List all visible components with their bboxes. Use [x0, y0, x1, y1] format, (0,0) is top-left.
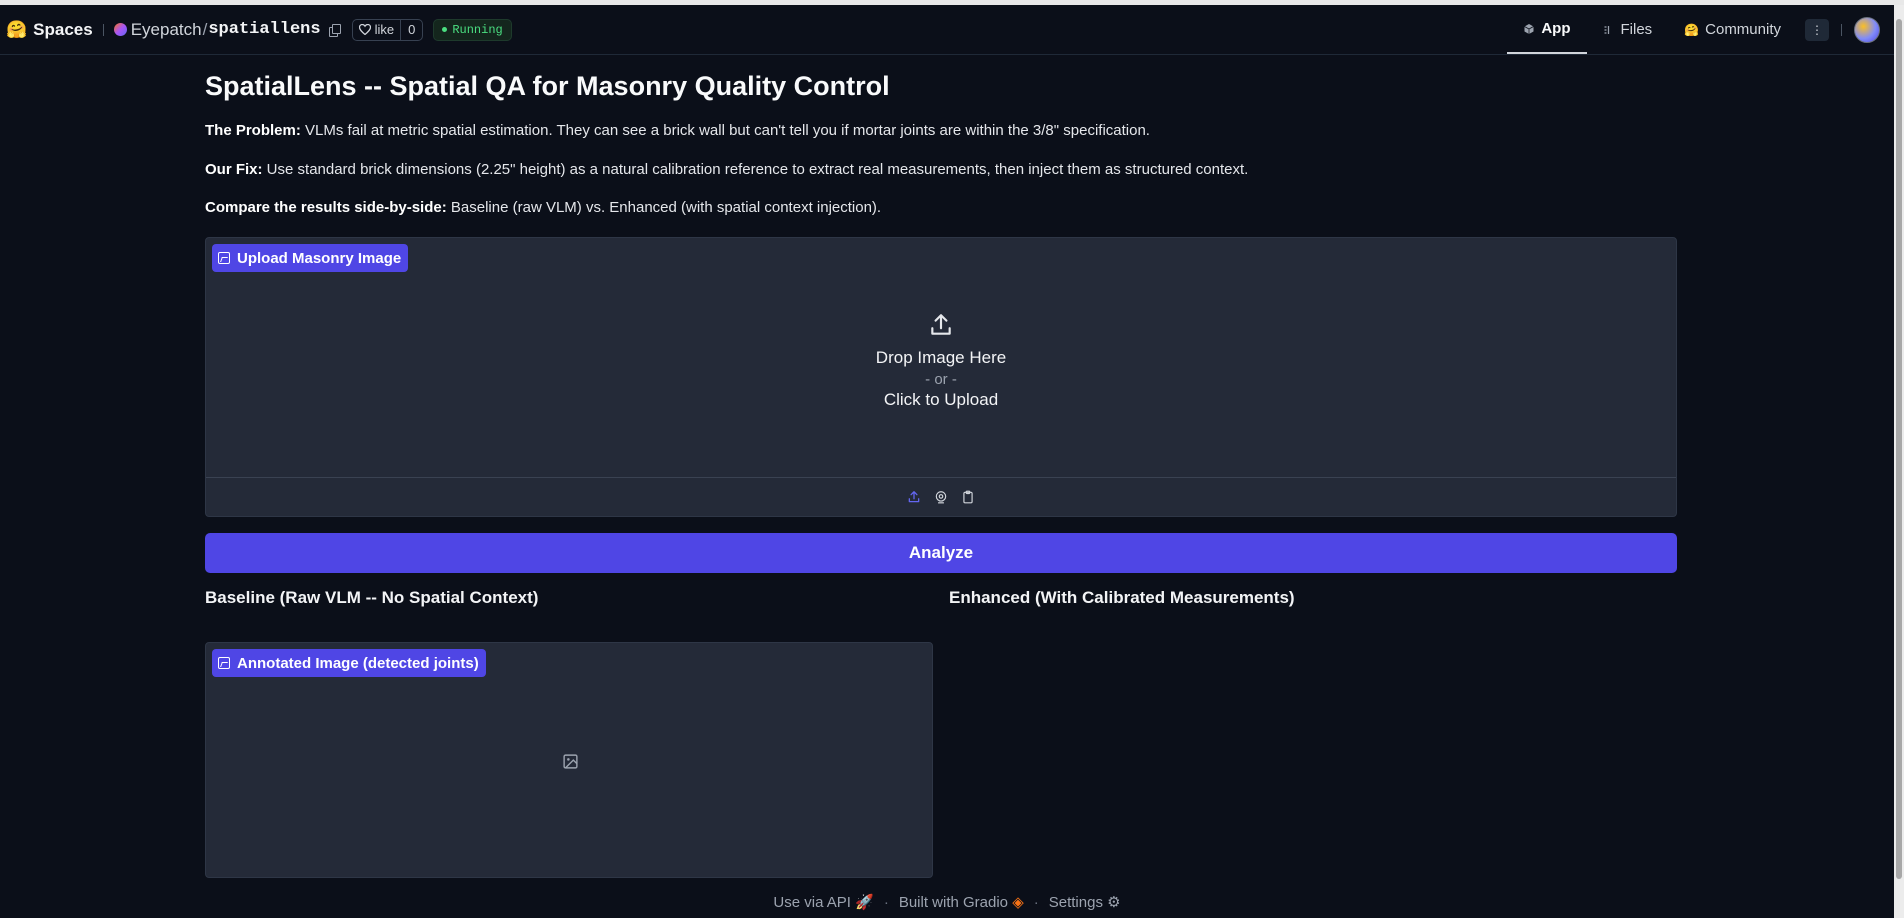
- fix-text: Use standard brick dimensions (2.25" hei…: [262, 161, 1249, 178]
- webcam-icon[interactable]: [934, 490, 949, 505]
- community-icon: 🤗: [1684, 22, 1700, 37]
- tab-files[interactable]: Files: [1587, 5, 1669, 54]
- hugging-face-logo-icon[interactable]: 🤗: [6, 20, 27, 40]
- hf-header: 🤗 Spaces Eyepatch / spatiallens like 0 R…: [0, 5, 1894, 55]
- image-source-selector: [206, 477, 1676, 516]
- tab-app-label: App: [1541, 20, 1571, 37]
- status-badge: Running: [433, 18, 512, 41]
- compare-text: Baseline (raw VLM) vs. Enhanced (with sp…: [446, 199, 882, 216]
- header-right: App Files 🤗 Community ⋮: [1507, 5, 1894, 54]
- gradio-logo-icon: ◈: [1012, 894, 1024, 911]
- tab-community[interactable]: 🤗 Community: [1668, 5, 1797, 54]
- annotated-image-block: Annotated Image (detected joints): [205, 642, 933, 878]
- analyze-button[interactable]: Analyze: [205, 533, 1677, 573]
- enhanced-heading: Enhanced (With Calibrated Measurements): [949, 588, 1295, 607]
- image-upload-block: Drop Image Here - or - Click to Upload U…: [205, 237, 1677, 517]
- upload-source-icon[interactable]: [907, 490, 922, 505]
- gradio-footer: Use via API 🚀 · Built with Gradio ◈ · Se…: [0, 893, 1894, 912]
- drop-image-text: Drop Image Here: [875, 347, 1007, 367]
- like-count[interactable]: 0: [400, 19, 422, 40]
- fix-paragraph: Our Fix: Use standard brick dimensions (…: [205, 161, 1248, 178]
- upload-image-label: Upload Masonry Image: [212, 244, 409, 272]
- rocket-icon: 🚀: [855, 894, 874, 911]
- like-label: like: [374, 22, 395, 37]
- header-divider-right: [1841, 23, 1842, 36]
- annotated-image-label-text: Annotated Image (detected joints): [237, 654, 479, 672]
- gear-icon: ⚙: [1107, 894, 1121, 911]
- settings-link[interactable]: Settings ⚙: [1049, 893, 1121, 911]
- or-text: - or -: [925, 370, 957, 388]
- header-divider: [102, 23, 104, 36]
- empty-image-icon: [562, 753, 579, 775]
- footer-separator: ·: [1033, 893, 1039, 911]
- footer-separator: ·: [883, 893, 889, 911]
- clipboard-icon[interactable]: [961, 490, 976, 505]
- tab-files-label: Files: [1620, 21, 1653, 38]
- upload-image-label-text: Upload Masonry Image: [237, 249, 402, 267]
- owner-avatar-icon: [113, 23, 127, 36]
- cube-icon: [1524, 23, 1535, 34]
- compare-paragraph: Compare the results side-by-side: Baseli…: [205, 199, 881, 216]
- compare-label: Compare the results side-by-side:: [205, 199, 447, 216]
- header-left: 🤗 Spaces Eyepatch / spatiallens like 0 R…: [6, 5, 512, 54]
- page-title: SpatialLens -- Spatial QA for Masonry Qu…: [205, 71, 890, 101]
- image-icon: [218, 252, 230, 264]
- like-button[interactable]: like 0: [351, 18, 424, 41]
- fix-label: Our Fix:: [205, 161, 263, 178]
- problem-text: VLMs fail at metric spatial estimation. …: [300, 122, 1150, 139]
- upload-icon: [931, 313, 951, 335]
- more-options-button[interactable]: ⋮: [1805, 18, 1829, 41]
- image-drop-zone[interactable]: Drop Image Here - or - Click to Upload: [206, 238, 1676, 477]
- annotated-image-label: Annotated Image (detected joints): [212, 649, 486, 677]
- owner-link[interactable]: Eyepatch: [131, 20, 202, 40]
- user-avatar[interactable]: [1854, 16, 1880, 43]
- files-icon: [1604, 25, 1609, 34]
- scrollbar-thumb[interactable]: [1896, 19, 1902, 879]
- built-with-gradio-link[interactable]: Built with Gradio ◈: [899, 893, 1024, 911]
- image-icon: [218, 657, 230, 669]
- repo-name-link[interactable]: spatiallens: [208, 20, 320, 39]
- use-via-api-link[interactable]: Use via API 🚀: [773, 893, 873, 911]
- baseline-heading: Baseline (Raw VLM -- No Spatial Context): [205, 588, 539, 607]
- spaces-link[interactable]: Spaces: [33, 20, 93, 40]
- status-text: Running: [452, 22, 503, 37]
- problem-label: The Problem:: [205, 122, 301, 139]
- like-toggle[interactable]: like: [353, 20, 401, 40]
- copy-repo-name-icon[interactable]: [328, 23, 341, 37]
- heart-icon: [358, 24, 371, 35]
- tab-app[interactable]: App: [1507, 5, 1587, 54]
- click-to-upload-text: Click to Upload: [883, 389, 999, 409]
- path-separator: /: [202, 19, 208, 39]
- tab-community-label: Community: [1705, 21, 1781, 38]
- status-dot-icon: [442, 27, 448, 32]
- page-scrollbar[interactable]: [1894, 5, 1904, 918]
- problem-paragraph: The Problem: VLMs fail at metric spatial…: [205, 122, 1150, 139]
